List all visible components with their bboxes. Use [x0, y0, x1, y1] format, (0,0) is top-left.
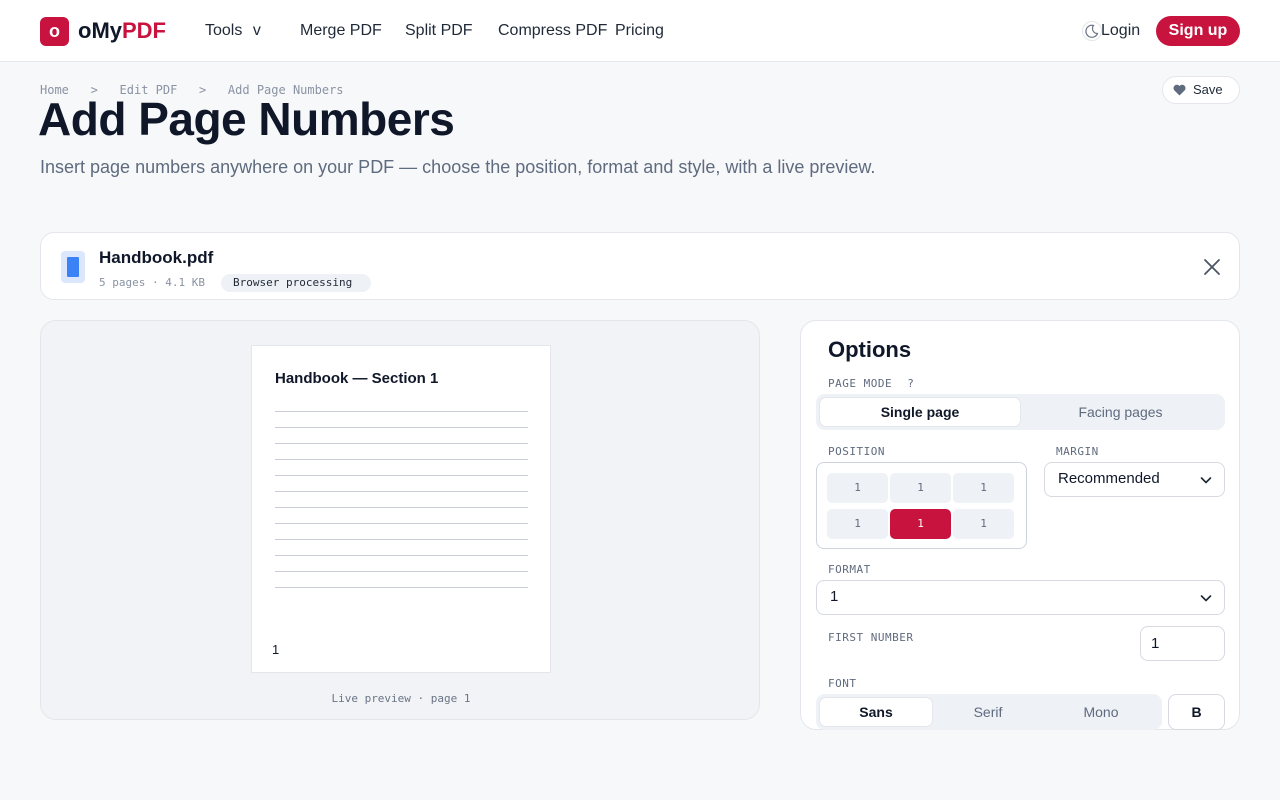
- pdf-file-icon-inner: [67, 257, 79, 277]
- position-grid: 1 1 1 1 1 1: [816, 462, 1027, 549]
- position-bottom-left[interactable]: 1: [827, 509, 888, 539]
- position-bottom-right[interactable]: 1: [953, 509, 1014, 539]
- processing-badge: Browser processing: [221, 274, 371, 292]
- preview-text-line: [275, 459, 528, 460]
- format-select-value: 1: [830, 588, 839, 605]
- preview-panel: Handbook — Section 1 1 Live preview · pa…: [40, 320, 760, 720]
- theme-toggle-moon-icon[interactable]: [1082, 21, 1102, 41]
- preview-text-line: [275, 443, 528, 444]
- preview-text-line: [275, 571, 528, 572]
- file-card: Handbook.pdf 5 pages · 4.1 KB Browser pr…: [40, 232, 1240, 300]
- nav-split-pdf[interactable]: Split PDF: [405, 21, 473, 41]
- preview-page-number: 1: [272, 642, 280, 657]
- save-label: Save: [1193, 82, 1223, 97]
- signup-button[interactable]: Sign up: [1156, 16, 1240, 46]
- chevron-down-icon: [1200, 595, 1212, 602]
- font-toggle: Sans Serif Mono: [816, 694, 1162, 730]
- preview-text-line: [275, 587, 528, 588]
- preview-text-line: [275, 427, 528, 428]
- page-title: Add Page Numbers: [38, 93, 455, 145]
- heart-icon: [1173, 84, 1186, 96]
- nav-tools-label: Tools: [205, 22, 243, 39]
- font-sans[interactable]: Sans: [820, 698, 932, 726]
- login-link[interactable]: Login: [1101, 21, 1140, 41]
- page-mode-label-text: PAGE MODE: [828, 377, 893, 390]
- margin-label: MARGIN: [1056, 445, 1099, 458]
- position-label: POSITION: [828, 445, 885, 458]
- font-label: FONT: [828, 677, 857, 690]
- format-select[interactable]: 1: [816, 580, 1225, 615]
- preview-text-line: [275, 555, 528, 556]
- file-meta: 5 pages · 4.1 KB: [99, 276, 205, 289]
- first-number-input[interactable]: 1: [1140, 626, 1225, 661]
- preview-page: Handbook — Section 1 1: [251, 345, 551, 673]
- font-mono[interactable]: Mono: [1044, 698, 1158, 726]
- position-top-center[interactable]: 1: [890, 473, 951, 503]
- preview-text-line: [275, 523, 528, 524]
- first-number-label: FIRST NUMBER: [828, 631, 914, 644]
- position-bottom-center[interactable]: 1: [890, 509, 951, 539]
- nav-compress-pdf[interactable]: Compress PDF: [498, 21, 607, 41]
- preview-text-line: [275, 475, 528, 476]
- preview-text-line: [275, 539, 528, 540]
- options-panel: Options PAGE MODE ? Single page Facing p…: [800, 320, 1240, 730]
- format-label: FORMAT: [828, 563, 871, 576]
- preview-text-line: [275, 507, 528, 508]
- position-top-left[interactable]: 1: [827, 473, 888, 503]
- page-mode-label: PAGE MODE ?: [828, 377, 914, 391]
- page-mode-toggle: Single page Facing pages: [816, 394, 1225, 430]
- file-name: Handbook.pdf: [99, 248, 214, 267]
- margin-select[interactable]: Recommended: [1044, 462, 1225, 497]
- bold-toggle-button[interactable]: B: [1168, 694, 1225, 730]
- nav-merge-pdf[interactable]: Merge PDF: [300, 21, 382, 41]
- position-top-right[interactable]: 1: [953, 473, 1014, 503]
- close-icon[interactable]: [1203, 258, 1221, 276]
- page-subtitle: Insert page numbers anywhere on your PDF…: [40, 157, 876, 177]
- font-serif[interactable]: Serif: [932, 698, 1044, 726]
- logo-icon[interactable]: o: [40, 17, 69, 46]
- brand-name-accent: PDF: [122, 18, 166, 43]
- chevron-down-icon: v: [252, 22, 261, 39]
- page-mode-single[interactable]: Single page: [820, 398, 1020, 426]
- preview-text-line: [275, 491, 528, 492]
- page-mode-facing[interactable]: Facing pages: [1020, 398, 1221, 426]
- preview-heading: Handbook — Section 1: [275, 370, 439, 387]
- options-title: Options: [828, 337, 912, 362]
- nav-tools-menu[interactable]: Tools v: [205, 21, 261, 41]
- top-navigation-bar: o oMyPDF Tools v Merge PDF Split PDF Com…: [0, 0, 1280, 62]
- brand-name[interactable]: oMyPDF: [78, 17, 166, 45]
- brand-name-prefix: oMy: [78, 18, 122, 43]
- margin-select-value: Recommended: [1058, 470, 1160, 487]
- help-icon[interactable]: ?: [907, 377, 914, 390]
- nav-pricing[interactable]: Pricing: [615, 21, 664, 41]
- preview-caption: Live preview · page 1: [331, 692, 471, 705]
- save-button[interactable]: Save: [1162, 76, 1240, 104]
- chevron-down-icon: [1200, 477, 1212, 484]
- preview-text-line: [275, 411, 528, 412]
